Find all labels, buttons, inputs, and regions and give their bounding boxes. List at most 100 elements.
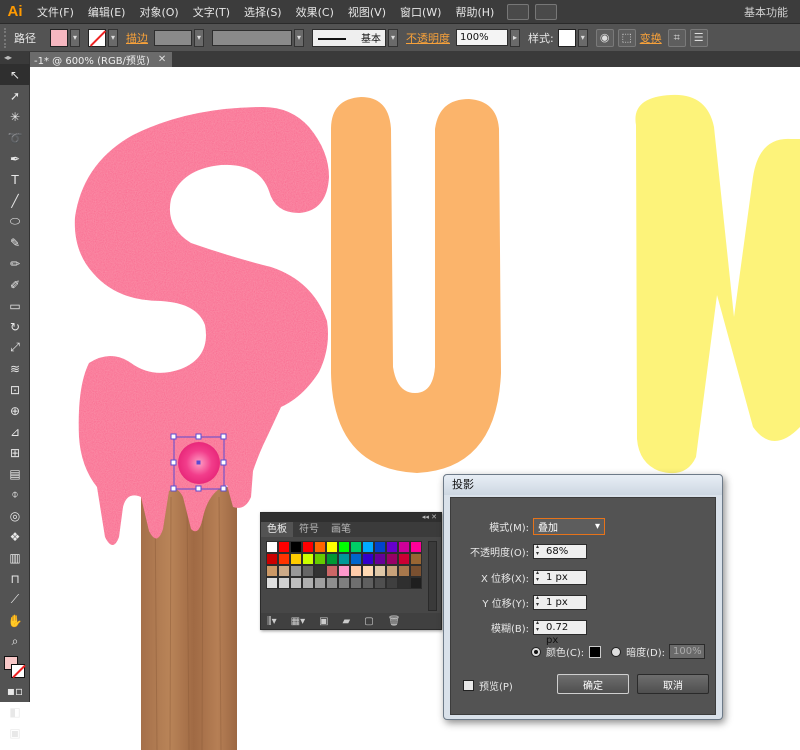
color-swatch[interactable] [362, 565, 374, 577]
warp-tool-icon[interactable]: ≋ [0, 358, 30, 379]
color-swatch[interactable] [374, 541, 386, 553]
draw-mode-icon[interactable]: ◧ [0, 701, 30, 722]
perspective-tool-icon[interactable]: ⊿ [0, 421, 30, 442]
color-swatch[interactable] [290, 577, 302, 589]
pen-tool-icon[interactable]: ✒ [0, 148, 30, 169]
lasso-tool-icon[interactable]: ➰ [0, 127, 30, 148]
brush-definition-select[interactable]: 基本 [312, 28, 386, 47]
menu-help[interactable]: 帮助(H) [448, 0, 501, 24]
color-mode-icons[interactable]: ▪▫ [0, 680, 30, 701]
color-swatch[interactable] [278, 565, 290, 577]
color-swatch[interactable] [314, 565, 326, 577]
color-swatch[interactable] [410, 541, 422, 553]
color-swatch[interactable] [386, 565, 398, 577]
show-swatch-kinds-icon[interactable]: ▦▾ [291, 616, 305, 627]
new-swatch-icon[interactable]: ▢ [364, 616, 373, 627]
menu-view[interactable]: 视图(V) [341, 0, 393, 24]
color-swatch[interactable] [302, 565, 314, 577]
color-swatch[interactable] [410, 553, 422, 565]
scale-tool-icon[interactable]: ⤢ [0, 337, 30, 358]
fill-stroke-indicator[interactable] [3, 656, 26, 680]
mode-select[interactable]: 叠加 ▾ [533, 518, 605, 535]
ellipse-tool-icon[interactable]: ⬭ [0, 211, 30, 232]
eraser-tool-icon[interactable]: ▭ [0, 295, 30, 316]
opacity-link[interactable]: 不透明度 [406, 30, 450, 46]
brush-dropdown[interactable]: ▾ [388, 28, 398, 47]
color-swatch[interactable] [326, 565, 338, 577]
panel-menu-icon[interactable]: ☰ [689, 28, 708, 47]
arrange-documents-icon[interactable] [535, 3, 558, 20]
slice-tool-icon[interactable]: ⟋ [0, 589, 30, 610]
color-swatch[interactable] [362, 577, 374, 589]
type-tool-icon[interactable]: T [0, 169, 30, 190]
hand-tool-icon[interactable]: ✋ [0, 610, 30, 631]
letter-u-shape[interactable] [331, 97, 501, 473]
cancel-button[interactable]: 取消 [637, 674, 709, 694]
variable-width-field[interactable] [212, 29, 292, 46]
opacity-dropdown[interactable]: ▸ [510, 28, 520, 47]
darkness-input[interactable]: 100% [669, 644, 706, 659]
color-swatch[interactable] [338, 565, 350, 577]
color-swatch[interactable] [290, 565, 302, 577]
panel-grip[interactable] [4, 27, 10, 48]
stroke-link[interactable]: 描边 [126, 30, 148, 46]
color-swatch[interactable] [338, 541, 350, 553]
swatch-options-icon[interactable]: ▣ [319, 616, 328, 627]
tab-brushes[interactable]: 画笔 [325, 522, 357, 537]
stroke-weight-field[interactable] [154, 29, 192, 46]
color-swatch[interactable] [386, 577, 398, 589]
fill-swatch[interactable] [50, 28, 68, 47]
delete-swatch-icon[interactable]: 🗑 [388, 616, 401, 627]
variable-width-dropdown[interactable]: ▾ [294, 28, 304, 47]
color-swatch[interactable] [278, 577, 290, 589]
color-swatch[interactable] [326, 577, 338, 589]
blend-tool-icon[interactable]: ◎ [0, 505, 30, 526]
symbol-sprayer-tool-icon[interactable]: ❖ [0, 526, 30, 547]
color-swatch[interactable] [350, 553, 362, 565]
color-swatch[interactable] [386, 553, 398, 565]
color-swatch[interactable] [398, 577, 410, 589]
graphic-style-swatch[interactable] [557, 28, 576, 47]
shadow-color-swatch[interactable] [589, 645, 602, 658]
color-swatch[interactable] [314, 577, 326, 589]
shape-builder-tool-icon[interactable]: ⊕ [0, 400, 30, 421]
color-swatch[interactable] [290, 553, 302, 565]
color-swatch[interactable] [350, 565, 362, 577]
stroke-swatch[interactable] [88, 28, 106, 47]
ok-button[interactable]: 确定 [557, 674, 629, 694]
menu-edit[interactable]: 编辑(E) [81, 0, 133, 24]
color-swatch[interactable] [266, 577, 278, 589]
color-swatch[interactable] [398, 553, 410, 565]
menu-window[interactable]: 窗口(W) [393, 0, 448, 24]
color-swatch[interactable] [302, 541, 314, 553]
workspace-switcher[interactable]: 基本功能 [744, 4, 788, 20]
zoom-tool-icon[interactable]: ⌕ [0, 631, 30, 652]
color-swatch[interactable] [338, 577, 350, 589]
magic-wand-tool-icon[interactable]: ✳ [0, 106, 30, 127]
tab-symbols[interactable]: 符号 [293, 522, 325, 537]
color-swatch[interactable] [314, 553, 326, 565]
color-radio[interactable] [531, 646, 541, 657]
stroke-weight-dropdown[interactable]: ▾ [194, 28, 204, 47]
eyedropper-tool-icon[interactable]: ⌽ [0, 484, 30, 505]
column-graph-tool-icon[interactable]: ▥ [0, 547, 30, 568]
y-offset-input[interactable]: 1 px [533, 594, 587, 610]
color-swatch[interactable] [314, 541, 326, 553]
color-swatch[interactable] [302, 577, 314, 589]
x-offset-input[interactable]: 1 px [533, 569, 587, 585]
paintbrush-tool-icon[interactable]: ✎ [0, 232, 30, 253]
menu-select[interactable]: 选择(S) [237, 0, 289, 24]
blob-brush-tool-icon[interactable]: ✐ [0, 274, 30, 295]
shadow-opacity-input[interactable]: 68% [533, 543, 587, 559]
color-swatch[interactable] [410, 577, 422, 589]
menu-type[interactable]: 文字(T) [186, 0, 237, 24]
graphic-style-dropdown[interactable]: ▾ [577, 28, 588, 47]
isolate-icon[interactable]: ⌗ [667, 28, 686, 47]
color-swatch[interactable] [398, 541, 410, 553]
color-swatch[interactable] [278, 541, 290, 553]
darkness-radio[interactable] [611, 646, 622, 657]
opacity-input[interactable] [456, 29, 508, 46]
color-swatch[interactable] [290, 541, 302, 553]
stroke-color-box[interactable] [10, 664, 25, 678]
transform-link[interactable]: 变换 [640, 30, 662, 46]
